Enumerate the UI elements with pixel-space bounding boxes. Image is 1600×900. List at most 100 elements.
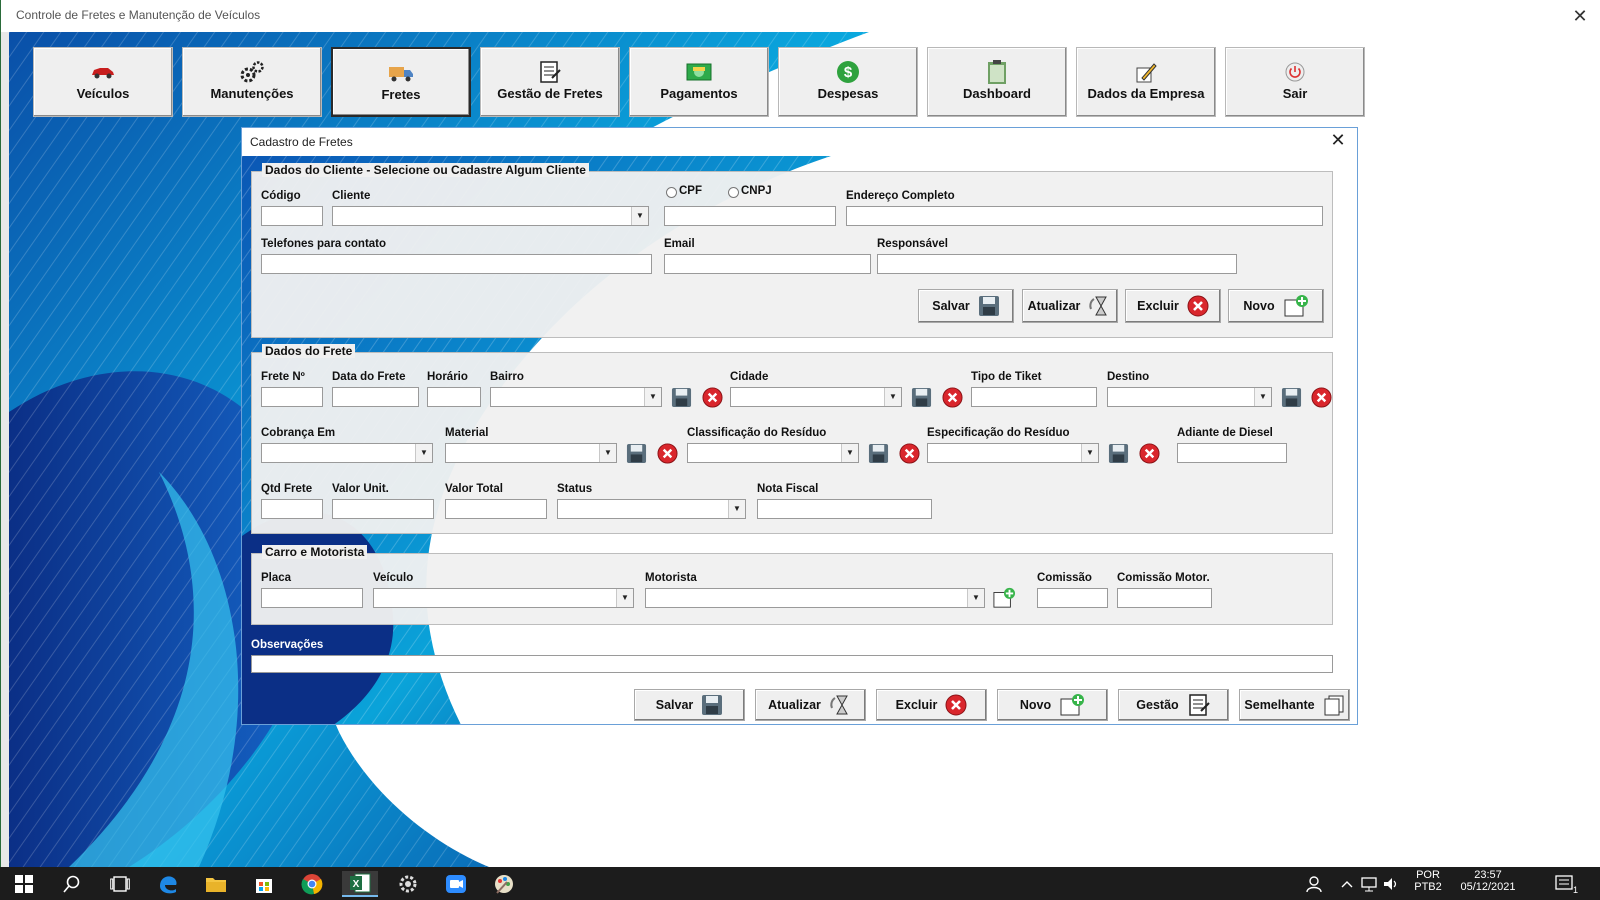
- network-button[interactable]: [1358, 871, 1380, 897]
- codigo-input[interactable]: [261, 206, 323, 226]
- app-close-button[interactable]: ✕: [1568, 4, 1592, 28]
- action-center-button[interactable]: 1: [1550, 871, 1580, 897]
- chevron-down-icon[interactable]: ▼: [841, 444, 858, 462]
- chevron-down-icon[interactable]: ▼: [631, 207, 648, 225]
- dialog-close-button[interactable]: ✕: [1327, 130, 1349, 151]
- cliente-salvar-button[interactable]: Salvar: [918, 289, 1014, 323]
- settings-app-button[interactable]: [390, 871, 426, 897]
- volume-button[interactable]: [1380, 871, 1402, 897]
- destino-save-button[interactable]: [1279, 385, 1303, 409]
- chevron-down-icon[interactable]: ▼: [644, 388, 661, 406]
- people-button[interactable]: [1300, 871, 1328, 897]
- menu-button-sair[interactable]: Sair: [1225, 47, 1365, 117]
- status-combobox[interactable]: ▼: [557, 499, 746, 519]
- valor-unit-input[interactable]: [332, 499, 434, 519]
- veiculo-combobox[interactable]: ▼: [373, 588, 634, 608]
- frete-novo-button[interactable]: Novo: [997, 689, 1108, 721]
- cidade-delete-button[interactable]: [940, 385, 964, 409]
- horario-input[interactable]: [427, 387, 481, 407]
- cnpj-radio[interactable]: [728, 187, 739, 198]
- cliente-novo-button[interactable]: Novo: [1228, 289, 1324, 323]
- menu-button-pagamentos[interactable]: Pagamentos: [629, 47, 769, 117]
- cpf-radio[interactable]: [666, 187, 677, 198]
- frete-atualizar-button[interactable]: Atualizar: [755, 689, 866, 721]
- store-button[interactable]: [246, 871, 282, 897]
- menu-button-gestao-fretes[interactable]: Gestão de Fretes: [480, 47, 620, 117]
- input-language-indicator[interactable]: POR PTB2: [1410, 869, 1446, 893]
- frete-salvar-button[interactable]: Salvar: [634, 689, 745, 721]
- destino-combobox[interactable]: ▼: [1107, 387, 1272, 407]
- add-motorista-button[interactable]: [992, 586, 1016, 610]
- material-save-button[interactable]: [624, 441, 648, 465]
- frete-semelhante-button[interactable]: Semelhante: [1239, 689, 1350, 721]
- frete-no-input[interactable]: [261, 387, 323, 407]
- chevron-down-icon[interactable]: ▼: [884, 388, 901, 406]
- file-explorer-button[interactable]: [198, 871, 234, 897]
- task-view-button[interactable]: [102, 871, 138, 897]
- email-input[interactable]: [664, 254, 871, 274]
- cobranca-combobox[interactable]: ▼: [261, 443, 433, 463]
- excel-button[interactable]: X: [342, 871, 378, 897]
- zoom-button[interactable]: [438, 871, 474, 897]
- classificacao-delete-button[interactable]: [897, 441, 921, 465]
- tray-overflow-button[interactable]: [1336, 871, 1358, 897]
- label-telefones: Telefones para contato: [261, 238, 387, 250]
- especificacao-delete-button[interactable]: [1137, 441, 1161, 465]
- chevron-down-icon[interactable]: ▼: [415, 444, 432, 462]
- telefones-input[interactable]: [261, 254, 652, 274]
- chrome-button[interactable]: [294, 871, 330, 897]
- cpf-cnpj-input[interactable]: [664, 206, 836, 226]
- material-delete-button[interactable]: [655, 441, 679, 465]
- observacoes-input[interactable]: [251, 655, 1333, 673]
- cliente-combobox[interactable]: ▼: [332, 206, 649, 226]
- clock[interactable]: 23:57 05/12/2021: [1452, 869, 1524, 893]
- chevron-down-icon[interactable]: ▼: [967, 589, 984, 607]
- motorista-combobox[interactable]: ▼: [645, 588, 985, 608]
- bairro-save-button[interactable]: [669, 385, 693, 409]
- menu-button-despesas[interactable]: $ Despesas: [778, 47, 918, 117]
- endereco-input[interactable]: [846, 206, 1323, 226]
- label-valor-unit: Valor Unit.: [332, 483, 389, 495]
- paint-app-button[interactable]: [486, 871, 522, 897]
- bairro-delete-button[interactable]: [700, 385, 724, 409]
- menu-button-dashboard[interactable]: Dashboard: [927, 47, 1067, 117]
- cidade-combobox[interactable]: ▼: [730, 387, 902, 407]
- data-frete-input[interactable]: [332, 387, 419, 407]
- classificacao-save-button[interactable]: [866, 441, 890, 465]
- menu-button-fretes[interactable]: Fretes: [331, 47, 471, 117]
- new-document-icon: [1284, 295, 1308, 317]
- valor-total-input[interactable]: [445, 499, 547, 519]
- destino-delete-button[interactable]: [1309, 385, 1333, 409]
- start-button[interactable]: [6, 871, 42, 897]
- adiante-diesel-input[interactable]: [1177, 443, 1287, 463]
- menu-button-dados-empresa[interactable]: Dados da Empresa: [1076, 47, 1216, 117]
- tipo-tiket-input[interactable]: [971, 387, 1097, 407]
- chevron-down-icon[interactable]: ▼: [728, 500, 745, 518]
- nota-fiscal-input[interactable]: [757, 499, 932, 519]
- classificacao-combobox[interactable]: ▼: [687, 443, 859, 463]
- cliente-atualizar-button[interactable]: Atualizar: [1022, 289, 1118, 323]
- frete-gestao-button[interactable]: Gestão: [1118, 689, 1229, 721]
- edge-browser-button[interactable]: [150, 871, 186, 897]
- app-title: Controle de Fretes e Manutenção de Veícu…: [16, 8, 261, 22]
- delete-circle-icon: [656, 442, 678, 464]
- chevron-down-icon[interactable]: ▼: [616, 589, 633, 607]
- comissao-motor-input[interactable]: [1117, 588, 1212, 608]
- cliente-excluir-button[interactable]: Excluir: [1125, 289, 1221, 323]
- search-button[interactable]: [54, 871, 90, 897]
- menu-button-manutencoes[interactable]: Manutenções: [182, 47, 322, 117]
- comissao-input[interactable]: [1037, 588, 1108, 608]
- bairro-combobox[interactable]: ▼: [490, 387, 662, 407]
- placa-input[interactable]: [261, 588, 363, 608]
- chevron-down-icon[interactable]: ▼: [1081, 444, 1098, 462]
- frete-excluir-button[interactable]: Excluir: [876, 689, 987, 721]
- especificacao-save-button[interactable]: [1106, 441, 1130, 465]
- responsavel-input[interactable]: [877, 254, 1237, 274]
- material-combobox[interactable]: ▼: [445, 443, 617, 463]
- menu-button-veiculos[interactable]: Veículos: [33, 47, 173, 117]
- chevron-down-icon[interactable]: ▼: [1254, 388, 1271, 406]
- cidade-save-button[interactable]: [909, 385, 933, 409]
- especificacao-combobox[interactable]: ▼: [927, 443, 1099, 463]
- qtd-frete-input[interactable]: [261, 499, 323, 519]
- chevron-down-icon[interactable]: ▼: [599, 444, 616, 462]
